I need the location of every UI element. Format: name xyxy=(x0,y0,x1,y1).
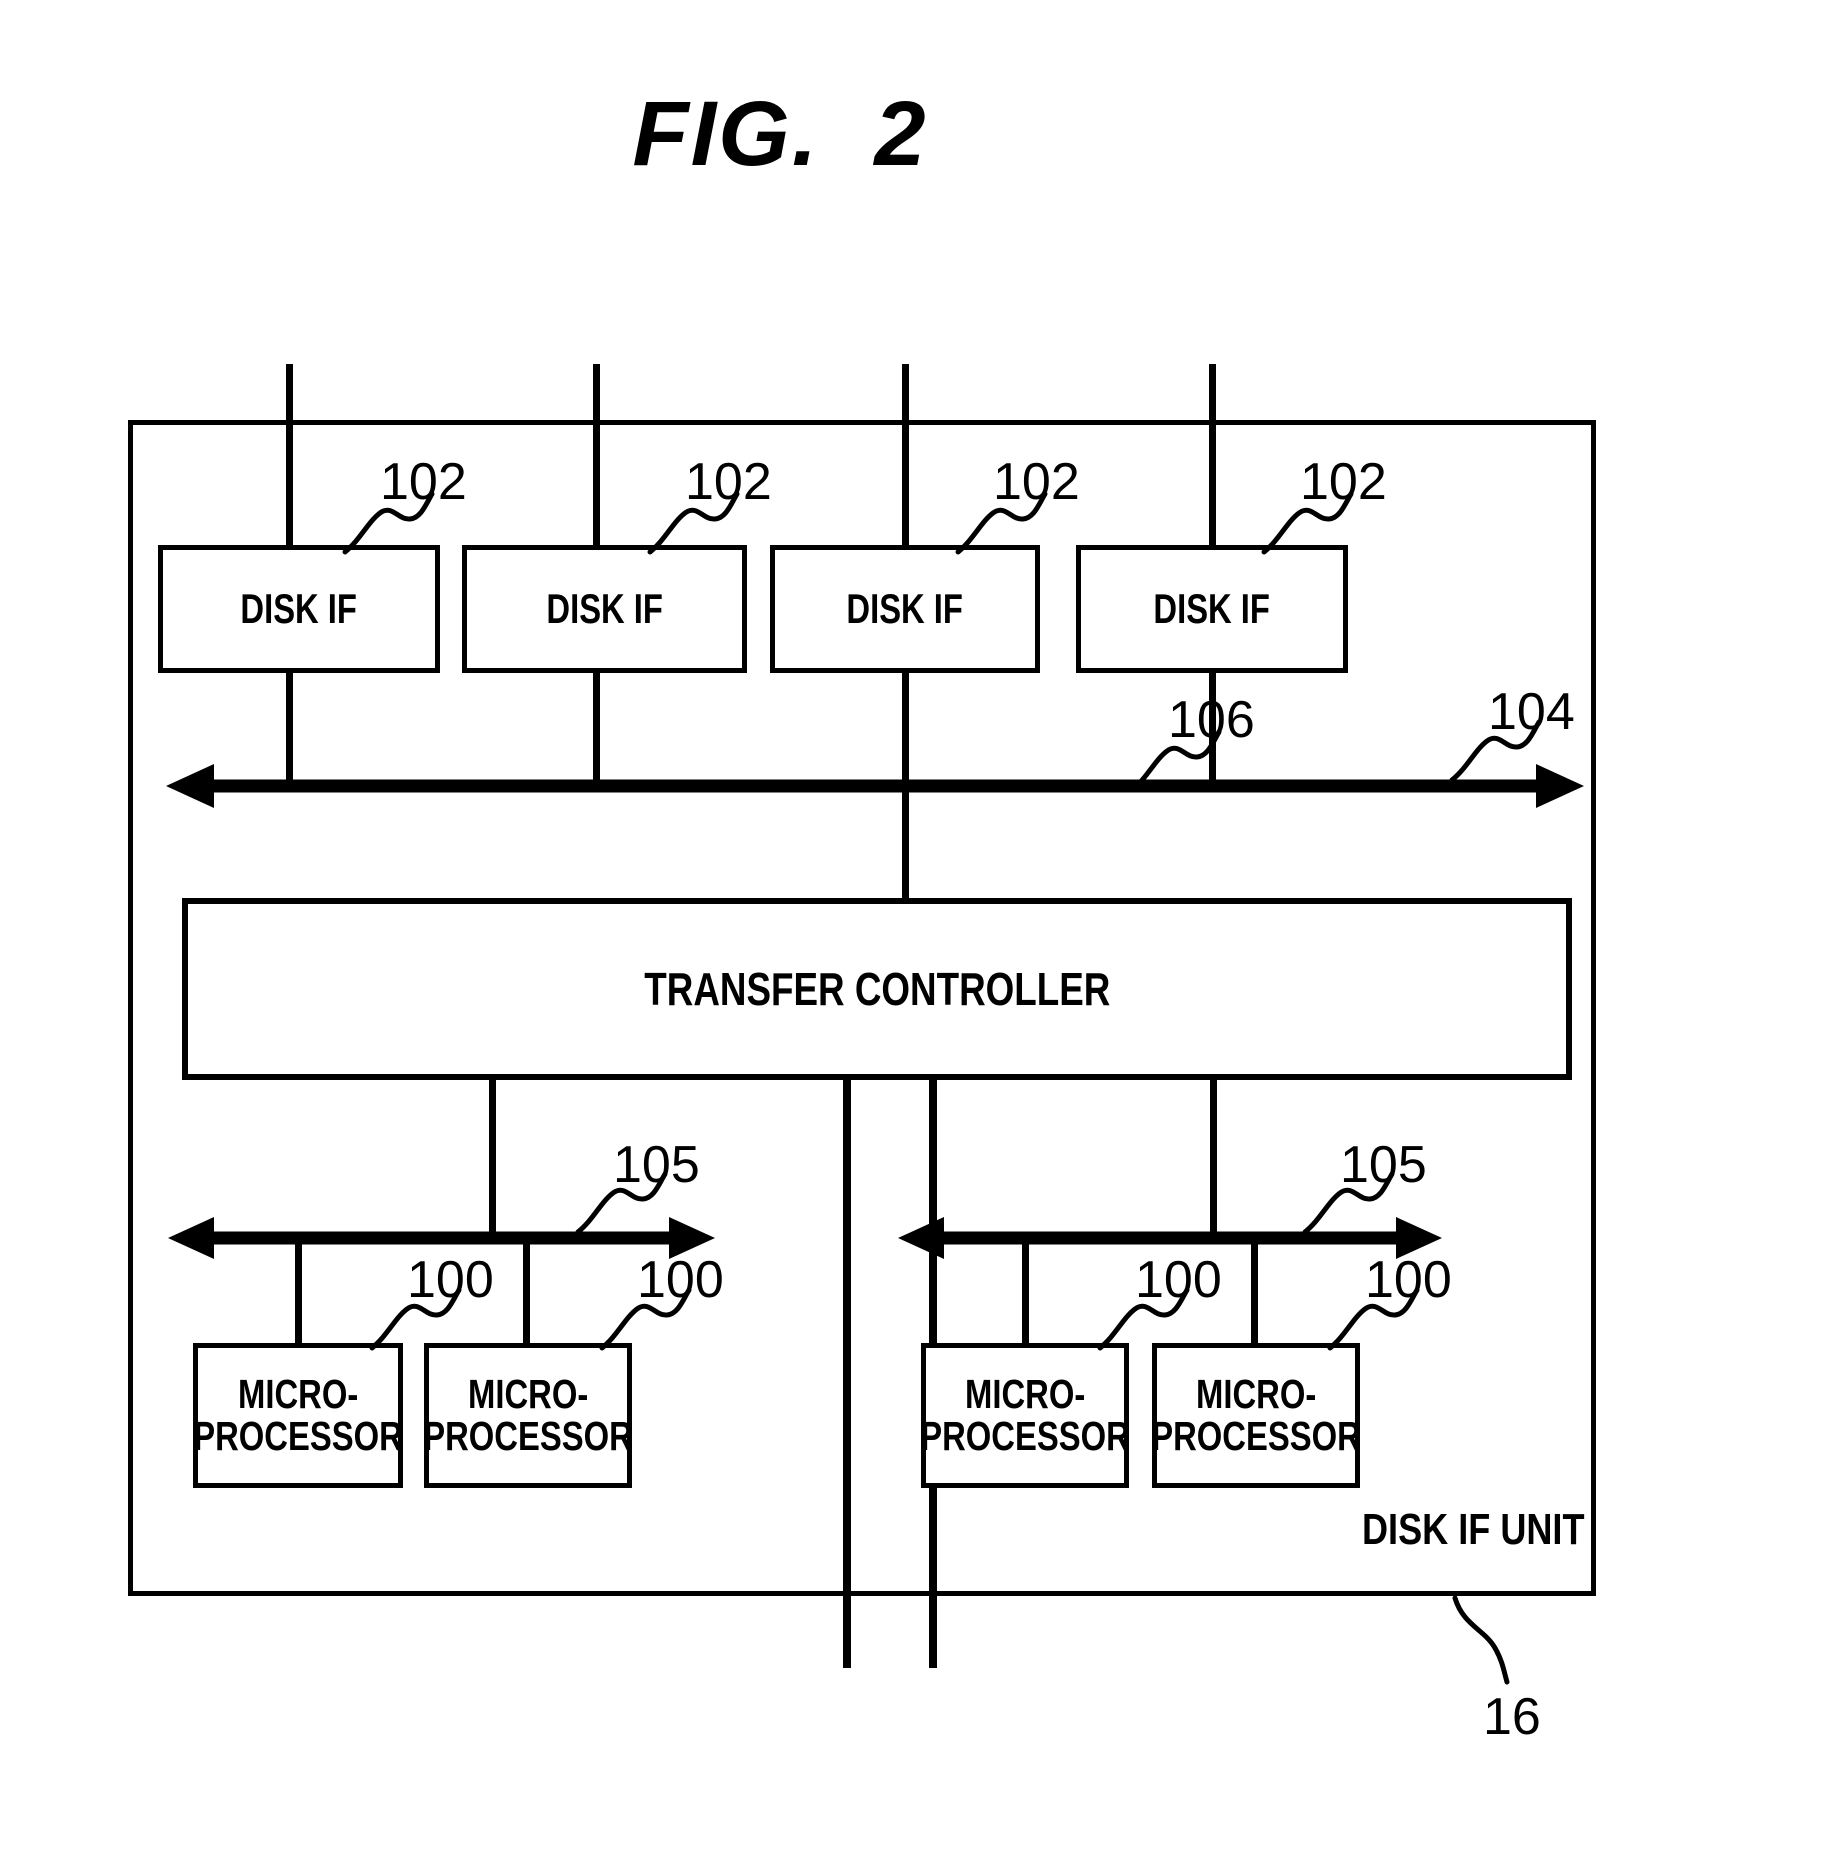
ref-100-4: 100 xyxy=(1365,1251,1452,1309)
microprocessor-box-1[interactable]: MICRO- PROCESSOR xyxy=(193,1343,403,1488)
ref-105-left: 105 xyxy=(613,1136,700,1194)
mp-2-bus-drop xyxy=(523,1235,530,1345)
mp-1-bus-drop xyxy=(295,1235,302,1345)
disk-if-box-3[interactable]: DISK IF xyxy=(770,545,1040,673)
figure-canvas: FIG. 2 DISK IF DISK IF DISK IF DISK IF T… xyxy=(0,0,1834,1850)
tc-drop-left xyxy=(489,1080,496,1235)
ref-100-2: 100 xyxy=(637,1251,724,1309)
disk-if-unit-label: DISK IF UNIT xyxy=(1362,1505,1585,1554)
leader-16 xyxy=(1452,1595,1510,1685)
disk-if-box-2[interactable]: DISK IF xyxy=(462,545,747,673)
ref-102-1: 102 xyxy=(380,453,467,511)
microprocessor-box-3-label-line2: PROCESSOR xyxy=(920,1412,1130,1459)
microprocessor-box-2[interactable]: MICRO- PROCESSOR xyxy=(423,1343,633,1488)
bus-to-transfer-controller-line xyxy=(902,783,909,901)
microprocessor-box-4-label-line1: MICRO- xyxy=(1195,1370,1317,1417)
microprocessor-box-4-label-line2: PROCESSOR xyxy=(1151,1412,1361,1459)
external-link-line-3 xyxy=(902,364,909,548)
disk-if-box-1[interactable]: DISK IF xyxy=(158,545,440,673)
microprocessor-box-2-label-line1: MICRO- xyxy=(467,1370,589,1417)
tc-drop-right xyxy=(1210,1080,1217,1235)
disk-if-box-1-label: DISK IF xyxy=(240,584,358,632)
microprocessor-box-3-label-line1: MICRO- xyxy=(964,1370,1086,1417)
ref-16: 16 xyxy=(1483,1688,1541,1746)
disk-if-box-3-label: DISK IF xyxy=(846,584,964,632)
ref-102-4: 102 xyxy=(1300,453,1387,511)
ref-102-2: 102 xyxy=(685,453,772,511)
disk-if-box-2-label: DISK IF xyxy=(546,584,663,632)
external-link-line-4 xyxy=(1209,364,1216,548)
ref-100-1: 100 xyxy=(407,1251,494,1309)
microprocessor-box-2-label-line2: PROCESSOR xyxy=(423,1412,633,1459)
mp-3-bus-drop xyxy=(1022,1235,1029,1345)
mp-4-bus-drop xyxy=(1251,1235,1258,1345)
ref-104: 104 xyxy=(1488,683,1575,741)
disk-if-box-4[interactable]: DISK IF xyxy=(1076,545,1348,673)
transfer-controller-box[interactable]: TRANSFER CONTROLLER xyxy=(182,898,1572,1080)
tc-drop-external-1 xyxy=(843,1080,851,1668)
external-link-line-2 xyxy=(593,364,600,548)
ref-106: 106 xyxy=(1168,691,1255,749)
ref-102-3: 102 xyxy=(993,453,1080,511)
disk-if-box-4-label: DISK IF xyxy=(1153,584,1271,632)
external-link-line-1 xyxy=(286,364,293,548)
figure-title: FIG. 2 xyxy=(632,83,928,185)
disk-if-1-bus-drop xyxy=(286,673,293,783)
transfer-controller-label: TRANSFER CONTROLLER xyxy=(643,963,1111,1015)
ref-100-3: 100 xyxy=(1135,1251,1222,1309)
microprocessor-box-1-label-line1: MICRO- xyxy=(237,1370,359,1417)
microprocessor-box-1-label-line2: PROCESSOR xyxy=(193,1412,403,1459)
microprocessor-box-3[interactable]: MICRO- PROCESSOR xyxy=(920,1343,1130,1488)
microprocessor-box-4[interactable]: MICRO- PROCESSOR xyxy=(1151,1343,1361,1488)
disk-if-2-bus-drop xyxy=(593,673,600,783)
disk-if-3-bus-drop xyxy=(902,673,909,783)
ref-105-right: 105 xyxy=(1340,1136,1427,1194)
